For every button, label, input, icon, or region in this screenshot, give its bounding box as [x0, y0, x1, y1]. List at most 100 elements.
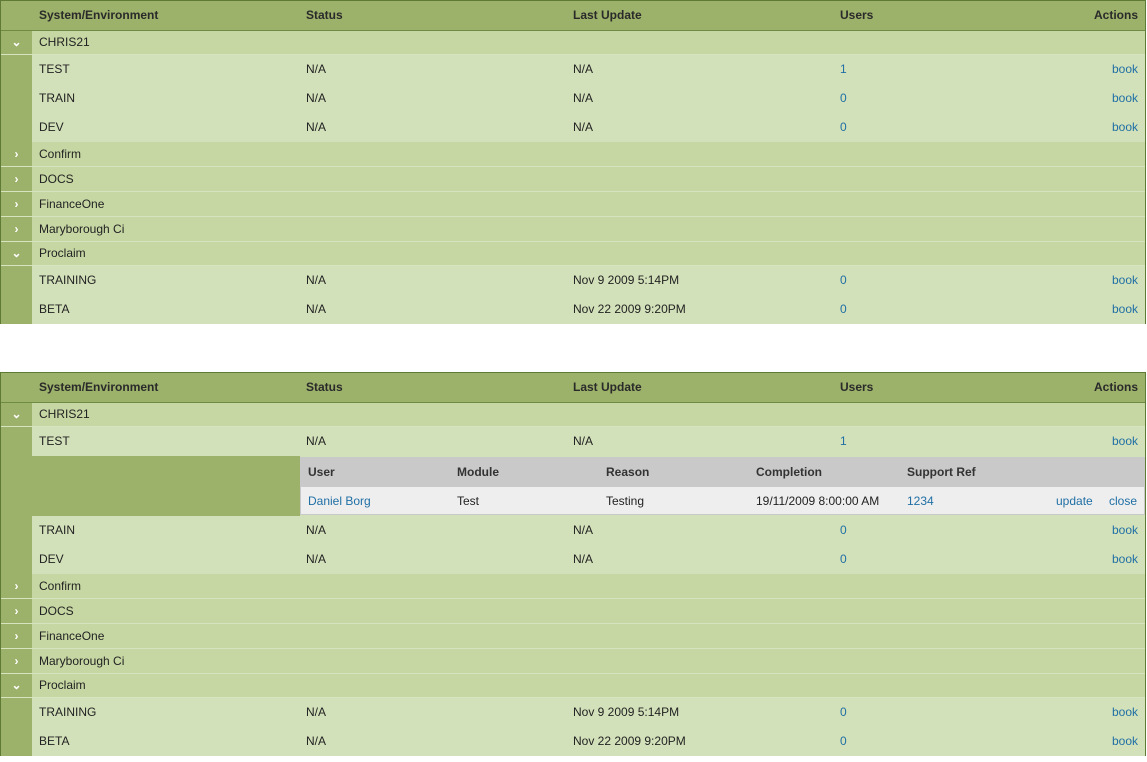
- group-row-docs[interactable]: › DOCS: [1, 167, 1145, 192]
- booking-col-module: Module: [457, 465, 499, 479]
- chevron-right-icon[interactable]: ›: [1, 142, 32, 166]
- env-row-beta: BETA N/A Nov 22 2009 9:20PM 0 book: [1, 727, 1145, 756]
- group-name: FinanceOne: [39, 197, 105, 211]
- row-gutter: [1, 266, 32, 295]
- group-row-chris21[interactable]: ⌄ CHRIS21: [1, 31, 1145, 55]
- col-actions-header: Actions: [1093, 380, 1138, 394]
- env-users-link[interactable]: 0: [840, 545, 847, 574]
- group-name: Maryborough Ci: [39, 654, 125, 668]
- group-row-financeone[interactable]: › FinanceOne: [1, 624, 1145, 649]
- row-gutter: [1, 84, 32, 113]
- book-link[interactable]: book: [1112, 55, 1138, 84]
- group-name: Proclaim: [39, 246, 86, 260]
- group-name: CHRIS21: [39, 407, 90, 421]
- row-gutter: [1, 295, 32, 324]
- booking-completion: 19/11/2009 8:00:00 AM: [756, 494, 880, 508]
- env-row-dev: DEV N/A N/A 0 book: [1, 113, 1145, 142]
- book-link[interactable]: book: [1112, 113, 1138, 142]
- env-users-link[interactable]: 1: [840, 55, 847, 84]
- book-link[interactable]: book: [1112, 295, 1138, 324]
- book-link[interactable]: book: [1112, 266, 1138, 295]
- group-row-confirm[interactable]: › Confirm: [1, 574, 1145, 599]
- book-link[interactable]: book: [1112, 84, 1138, 113]
- chevron-right-icon[interactable]: ›: [1, 192, 32, 216]
- env-name: TRAINING: [39, 273, 97, 287]
- close-link[interactable]: close: [1109, 487, 1137, 516]
- chevron-down-icon[interactable]: ⌄: [1, 674, 32, 697]
- col-users-header[interactable]: Users: [840, 1, 873, 30]
- booking-user-link[interactable]: Daniel Borg: [308, 487, 371, 516]
- env-users-link[interactable]: 0: [840, 113, 847, 142]
- env-users-link[interactable]: 0: [840, 84, 847, 113]
- col-status-header[interactable]: Status: [306, 373, 343, 402]
- group-name: DOCS: [39, 604, 74, 618]
- row-gutter: [1, 113, 32, 142]
- chevron-right-icon[interactable]: ›: [1, 599, 32, 623]
- chevron-right-icon[interactable]: ›: [1, 574, 32, 598]
- group-row-docs[interactable]: › DOCS: [1, 599, 1145, 624]
- booking-support-ref-link[interactable]: 1234: [907, 487, 934, 516]
- col-last-update-header[interactable]: Last Update: [573, 1, 642, 30]
- grid-header: System/Environment Status Last Update Us…: [1, 373, 1145, 403]
- env-name: TRAIN: [39, 91, 75, 105]
- col-actions-header: Actions: [1093, 8, 1138, 22]
- env-users-link[interactable]: 0: [840, 698, 847, 727]
- chevron-down-icon[interactable]: ⌄: [1, 31, 32, 54]
- col-users-header[interactable]: Users: [840, 373, 873, 402]
- row-gutter: [1, 727, 32, 756]
- group-row-financeone[interactable]: › FinanceOne: [1, 192, 1145, 217]
- booking-col-reason: Reason: [606, 465, 650, 479]
- col-last-update-header[interactable]: Last Update: [573, 373, 642, 402]
- environment-grid-1: System/Environment Status Last Update Us…: [0, 0, 1146, 324]
- env-name: BETA: [39, 734, 70, 748]
- book-link[interactable]: book: [1112, 516, 1138, 545]
- chevron-right-icon[interactable]: ›: [1, 167, 32, 191]
- env-users-link[interactable]: 0: [840, 727, 847, 756]
- booking-reason: Testing: [606, 494, 645, 508]
- env-name: TEST: [39, 434, 70, 448]
- booking-col-completion: Completion: [756, 465, 822, 479]
- group-row-chris21[interactable]: ⌄ CHRIS21: [1, 403, 1145, 427]
- detail-spacer: [32, 456, 300, 516]
- booking-detail-table: User Module Reason Completion Support Re…: [300, 457, 1145, 515]
- group-row-proclaim[interactable]: ⌄ Proclaim: [1, 242, 1145, 266]
- group-name: Maryborough Ci: [39, 222, 125, 236]
- env-row-beta: BETA N/A Nov 22 2009 9:20PM 0 book: [1, 295, 1145, 324]
- env-users-link[interactable]: 1: [840, 427, 847, 456]
- update-link[interactable]: update: [1056, 487, 1093, 516]
- row-gutter: [1, 55, 32, 84]
- env-last-update: N/A: [573, 91, 594, 105]
- book-link[interactable]: book: [1112, 545, 1138, 574]
- group-row-confirm[interactable]: › Confirm: [1, 142, 1145, 167]
- env-status: N/A: [306, 302, 327, 316]
- env-name: TRAIN: [39, 523, 75, 537]
- env-users-link[interactable]: 0: [840, 266, 847, 295]
- group-name: FinanceOne: [39, 629, 105, 643]
- group-name: Confirm: [39, 147, 82, 161]
- col-system-header[interactable]: System/Environment: [39, 1, 158, 30]
- environment-grid-2: System/Environment Status Last Update Us…: [0, 372, 1146, 756]
- chevron-right-icon[interactable]: ›: [1, 624, 32, 648]
- col-status-header[interactable]: Status: [306, 1, 343, 30]
- chevron-down-icon[interactable]: ⌄: [1, 403, 32, 426]
- env-row-training: TRAINING N/A Nov 9 2009 5:14PM 0 book: [1, 698, 1145, 727]
- env-name: DEV: [39, 120, 64, 134]
- env-last-update: N/A: [573, 552, 594, 566]
- chevron-down-icon[interactable]: ⌄: [1, 242, 32, 265]
- booking-module: Test: [457, 494, 480, 508]
- book-link[interactable]: book: [1112, 727, 1138, 756]
- env-last-update: Nov 9 2009 5:14PM: [573, 705, 680, 719]
- group-row-proclaim[interactable]: ⌄ Proclaim: [1, 674, 1145, 698]
- group-row-maryborough[interactable]: › Maryborough Ci: [1, 649, 1145, 674]
- booking-col-user: User: [308, 465, 335, 479]
- book-link[interactable]: book: [1112, 698, 1138, 727]
- group-name: Proclaim: [39, 678, 86, 692]
- group-row-maryborough[interactable]: › Maryborough Ci: [1, 217, 1145, 242]
- chevron-right-icon[interactable]: ›: [1, 649, 32, 673]
- book-link[interactable]: book: [1112, 427, 1138, 456]
- chevron-right-icon[interactable]: ›: [1, 217, 32, 241]
- env-users-link[interactable]: 0: [840, 516, 847, 545]
- env-users-link[interactable]: 0: [840, 295, 847, 324]
- col-system-header[interactable]: System/Environment: [39, 373, 158, 402]
- row-gutter: [1, 456, 32, 516]
